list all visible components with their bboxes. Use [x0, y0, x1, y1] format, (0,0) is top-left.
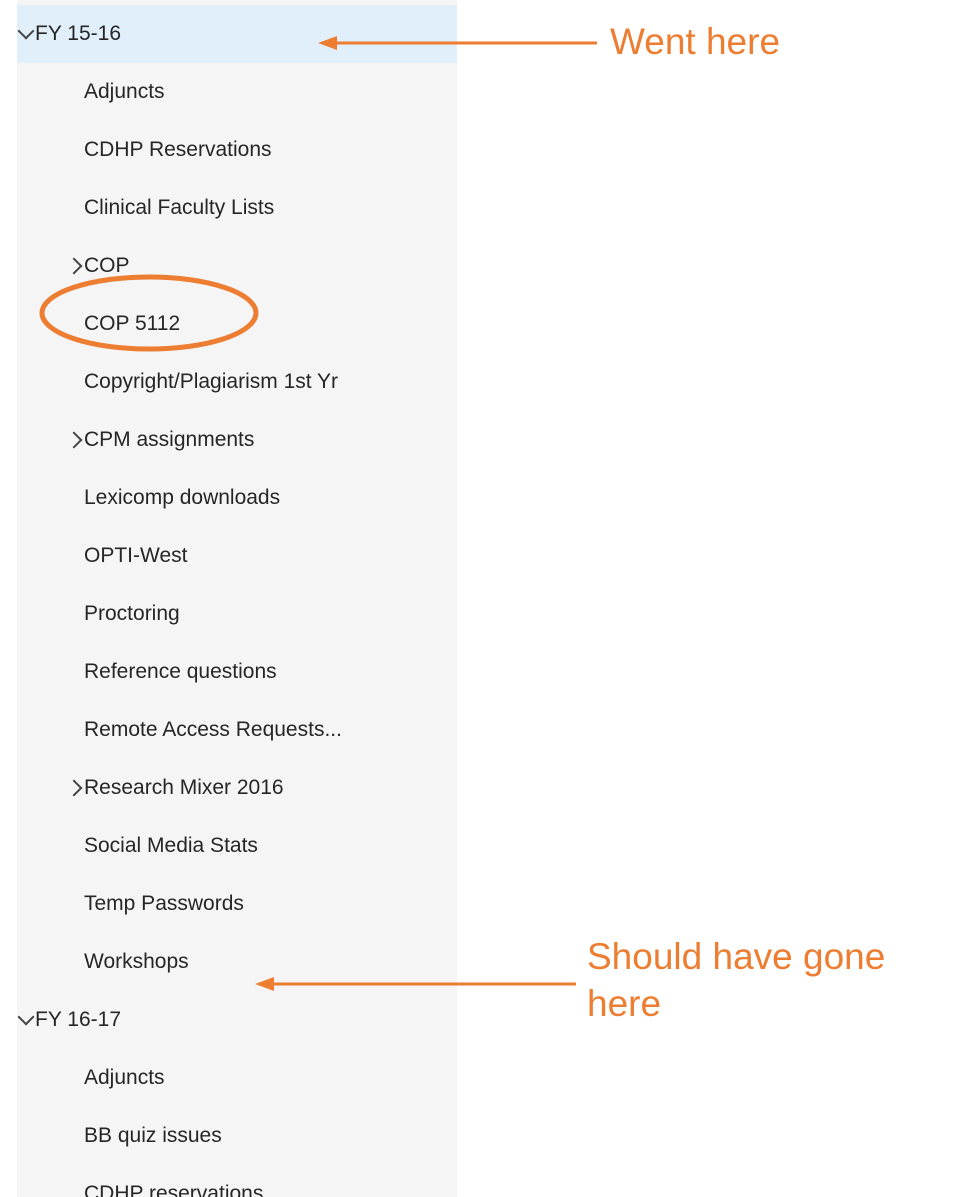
- folder-item-label: Lexicomp downloads: [84, 486, 281, 509]
- folder-item-proctoring[interactable]: Proctoring: [17, 585, 457, 643]
- folder-item-cpm-assignments[interactable]: CPM assignments: [17, 411, 457, 469]
- folder-item-adjuncts[interactable]: Adjuncts: [17, 63, 457, 121]
- folder-item-adjuncts[interactable]: Adjuncts: [17, 1049, 457, 1107]
- folder-item-fy-15-16[interactable]: FY 15-16: [17, 5, 457, 63]
- folder-item-label: Copyright/Plagiarism 1st Yr: [84, 370, 339, 393]
- folder-item-label: OPTI-West: [84, 544, 188, 567]
- folder-item-label: FY 15-16: [35, 22, 121, 45]
- chevron-down-icon[interactable]: [17, 1008, 35, 1028]
- folder-item-label: COP 5112: [84, 312, 181, 335]
- folder-item-label: CPM assignments: [84, 428, 255, 451]
- annotation-should-have-gone-line2: here: [587, 983, 662, 1024]
- folder-item-research-mixer-2016[interactable]: Research Mixer 2016: [17, 759, 457, 817]
- annotation-should-have-gone-line1: Should have gone: [587, 936, 886, 977]
- folder-item-remote-access-requests[interactable]: Remote Access Requests...: [17, 701, 457, 759]
- folder-item-label: CDHP reservations: [84, 1182, 264, 1197]
- folder-item-clinical-faculty-lists[interactable]: Clinical Faculty Lists: [17, 179, 457, 237]
- chevron-right-icon[interactable]: [65, 431, 83, 449]
- folder-item-bb-quiz-issues[interactable]: BB quiz issues: [17, 1107, 457, 1165]
- folder-item-fy-16-17[interactable]: FY 16-17: [17, 991, 457, 1049]
- folder-item-reference-questions[interactable]: Reference questions: [17, 643, 457, 701]
- folder-tree-pane: FY 15-16 Adjuncts CDHP Reservations Clinica…: [17, 0, 457, 1197]
- folder-item-opti-west[interactable]: OPTI-West: [17, 527, 457, 585]
- folder-item-cop[interactable]: COP: [17, 237, 457, 295]
- folder-item-label: Reference questions: [84, 660, 277, 683]
- folder-item-temp-passwords[interactable]: Temp Passwords: [17, 875, 457, 933]
- chevron-down-icon[interactable]: [17, 22, 35, 42]
- folder-item-label: FY 16-17: [35, 1008, 121, 1031]
- folder-item-label: Proctoring: [84, 602, 180, 625]
- folder-item-cdhp-reservations[interactable]: CDHP reservations: [17, 1165, 457, 1197]
- folder-item-label: CDHP Reservations: [84, 138, 272, 161]
- annotation-went-here: Went here: [610, 21, 781, 62]
- screenshot-canvas: FY 15-16 Adjuncts CDHP Reservations Clinica…: [0, 0, 974, 1197]
- folder-item-label: Social Media Stats: [84, 834, 258, 857]
- chevron-right-icon[interactable]: [65, 257, 83, 275]
- folder-item-cdhp-reservations[interactable]: CDHP Reservations: [17, 121, 457, 179]
- folder-item-lexicomp-downloads[interactable]: Lexicomp downloads: [17, 469, 457, 527]
- folder-item-copyright-plagiarism-1st-yr[interactable]: Copyright/Plagiarism 1st Yr: [17, 353, 457, 411]
- folder-item-label: Adjuncts: [84, 80, 165, 103]
- folder-item-label: Remote Access Requests...: [84, 718, 342, 741]
- chevron-right-icon[interactable]: [65, 779, 83, 797]
- folder-item-workshops[interactable]: Workshops: [17, 933, 457, 991]
- folder-item-label: Workshops: [84, 950, 189, 973]
- folder-item-social-media-stats[interactable]: Social Media Stats: [17, 817, 457, 875]
- folder-item-label: Research Mixer 2016: [84, 776, 284, 799]
- folder-item-label: Temp Passwords: [84, 892, 244, 915]
- folder-item-label: Adjuncts: [84, 1066, 165, 1089]
- folder-item-label: COP: [84, 254, 130, 277]
- folder-item-cop-5112[interactable]: COP 5112: [17, 295, 457, 353]
- folder-item-label: Clinical Faculty Lists: [84, 196, 275, 219]
- folder-item-label: BB quiz issues: [84, 1124, 222, 1147]
